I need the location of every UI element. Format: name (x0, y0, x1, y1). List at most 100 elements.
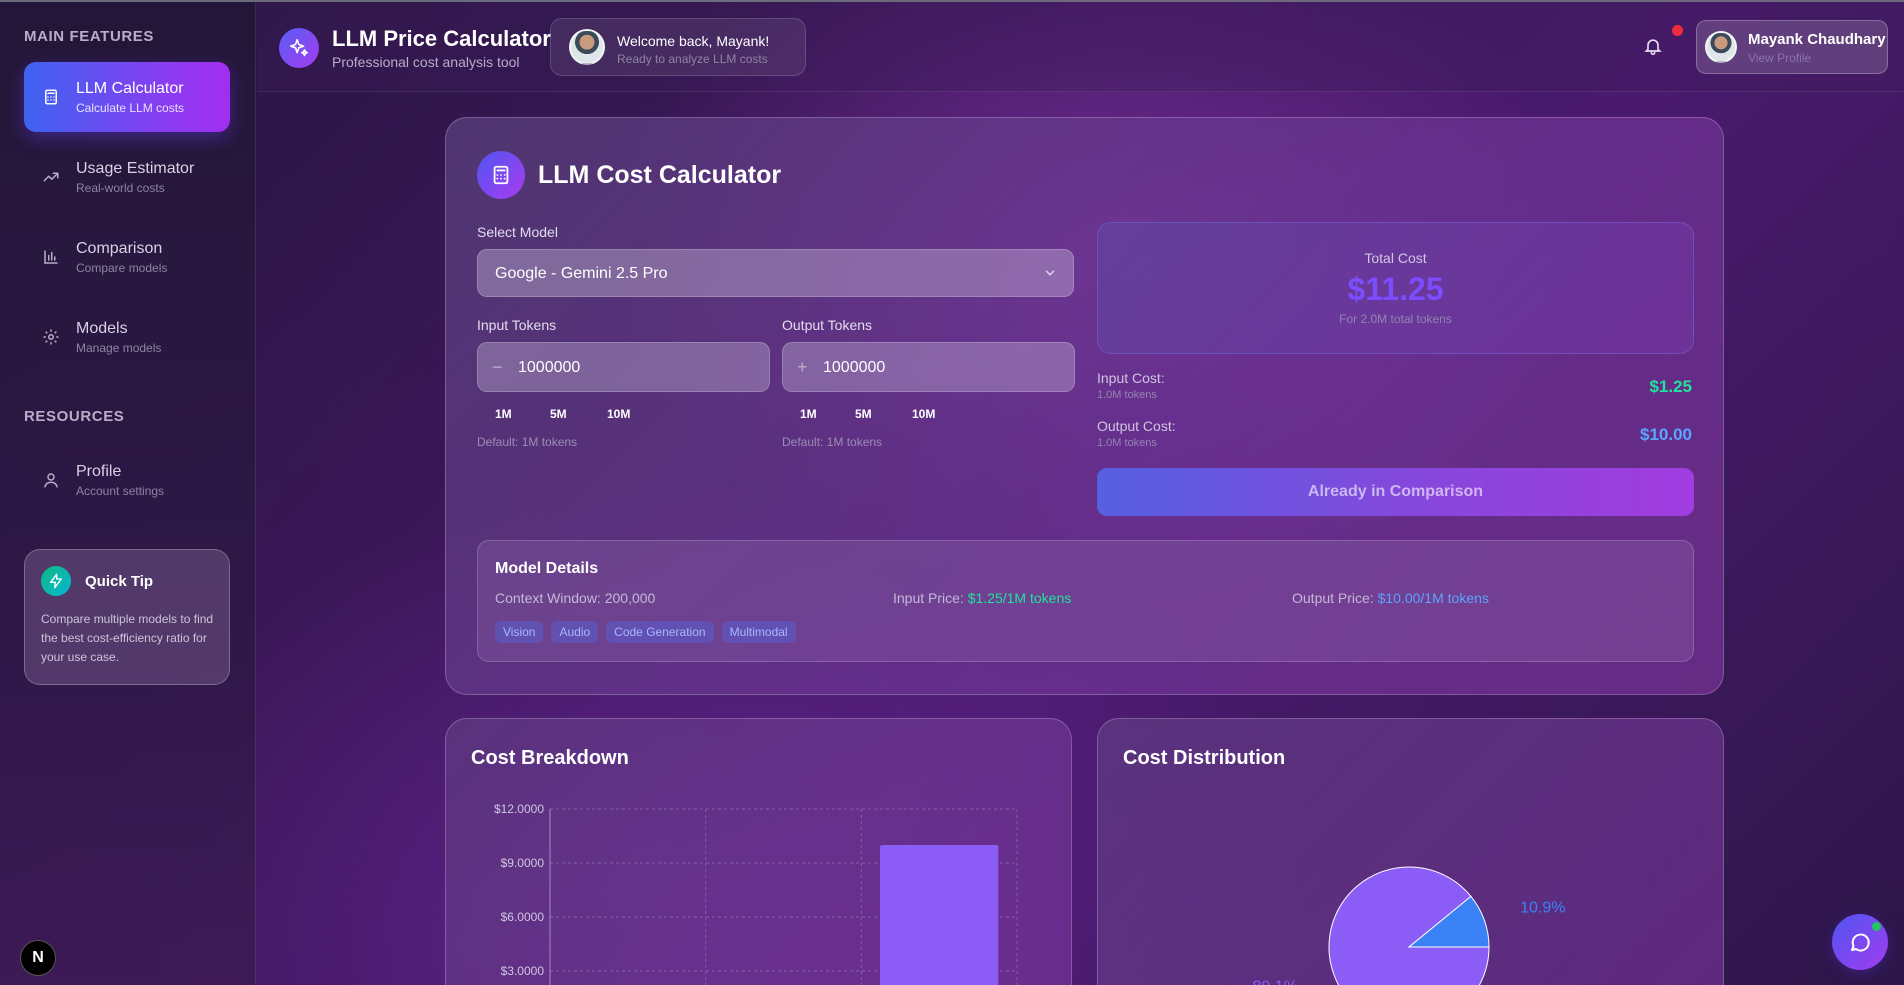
minus-icon: − (492, 357, 503, 377)
output-price-value: $10.00/1M tokens (1377, 590, 1489, 606)
sidebar-item-sublabel: Compare models (76, 260, 168, 275)
chat-icon (1851, 933, 1870, 952)
output-quick-5m[interactable]: 5M (855, 407, 872, 421)
sidebar-item-sublabel: Account settings (76, 483, 165, 498)
model-select[interactable]: Google - Gemini 2.5 Pro (477, 249, 1074, 297)
tag-audio: Audio (551, 621, 599, 643)
dev-badge[interactable]: N (20, 940, 56, 976)
resources-heading: RESOURCES (24, 408, 125, 425)
sidebar-item-sublabel: Calculate LLM costs (76, 100, 185, 115)
pie-label: 89.1% (1252, 979, 1297, 985)
bar[interactable] (880, 845, 999, 985)
quick-tip-text: Compare multiple models to find the best… (41, 612, 214, 664)
sidebar-item-label: Comparison (76, 239, 163, 257)
y-tick-label: $12.0000 (494, 802, 544, 816)
welcome-subtitle: Ready to analyze LLM costs (617, 52, 768, 66)
total-cost-value: $11.25 (1347, 271, 1444, 307)
context-window-label: Context Window: (495, 590, 601, 606)
sidebar-item-label: LLM Calculator (76, 79, 184, 97)
tag-vision: Vision (495, 621, 544, 643)
quick-tip-title: Quick Tip (85, 573, 154, 590)
context-window: Context Window: 200,000 (495, 590, 655, 606)
output-cost-value: $10.00 (1640, 425, 1692, 444)
input-price: Input Price: $1.25/1M tokens (893, 590, 1071, 606)
main-features-heading: MAIN FEATURES (24, 28, 155, 45)
cost-breakdown-card: Cost Breakdown $12.0000 $9.0000 $6.0000 $3.… (445, 718, 1072, 985)
bell-icon[interactable] (1643, 36, 1663, 56)
output-quick-10m[interactable]: 10M (912, 407, 935, 421)
cost-breakdown-chart: $12.0000 $9.0000 $6.0000 $3.0000 (494, 802, 1018, 985)
sidebar-item-usage-estimator[interactable]: Usage Estimator Real-world costs (24, 142, 230, 212)
view-profile-link[interactable]: View Profile (1748, 51, 1811, 65)
sidebar-item-comparison[interactable]: Comparison Compare models (24, 222, 230, 292)
notification-dot (1672, 25, 1683, 36)
top-header: LLM Price Calculator Professional cost a… (257, 2, 1904, 92)
input-tokens-field[interactable]: − 1000000 (477, 342, 770, 392)
sparkles-icon (279, 28, 319, 68)
trending-up-icon (38, 164, 64, 190)
output-tokens-field[interactable]: + 1000000 (782, 342, 1075, 392)
input-quick-1m[interactable]: 1M (495, 407, 512, 421)
welcome-card: Welcome back, Mayank! Ready to analyze L… (550, 18, 806, 76)
input-price-label: Input Price: (893, 590, 964, 606)
context-window-value: 200,000 (604, 590, 656, 606)
total-cost-box: Total Cost $11.25 For 2.0M total tokens (1097, 222, 1694, 354)
sidebar-item-label: Profile (76, 462, 122, 480)
sidebar-item-sublabel: Manage models (76, 340, 162, 355)
output-quick-1m[interactable]: 1M (800, 407, 817, 421)
user-icon (38, 467, 64, 493)
output-default-note: Default: 1M tokens (782, 435, 883, 449)
add-to-comparison-button[interactable]: Already in Comparison (1097, 468, 1694, 516)
bar-chart-icon (38, 244, 64, 270)
calculator-title: LLM Cost Calculator (538, 161, 782, 189)
input-quick-10m[interactable]: 10M (607, 407, 630, 421)
sidebar-item-label: Usage Estimator (76, 159, 195, 177)
avatar (569, 29, 605, 65)
tag-multimodal: Multimodal (721, 621, 796, 643)
input-tokens-value: 1000000 (518, 359, 581, 376)
plus-icon: + (797, 357, 808, 377)
y-tick-label: $9.0000 (501, 856, 545, 870)
avatar (1705, 31, 1737, 63)
input-cost-value: $1.25 (1649, 377, 1692, 396)
sidebar-item-llm-calculator[interactable]: LLM Calculator Calculate LLM costs (24, 62, 230, 132)
output-price: Output Price: $10.00/1M tokens (1292, 590, 1489, 606)
y-tick-label: $3.0000 (501, 964, 545, 978)
sidebar-item-profile[interactable]: Profile Account settings (24, 445, 230, 515)
input-tokens-label: Input Tokens (477, 317, 557, 333)
input-cost-label: Input Cost: (1097, 370, 1165, 386)
input-cost-sublabel: 1.0M tokens (1097, 389, 1157, 401)
input-default-note: Default: 1M tokens (477, 435, 578, 449)
profile-button[interactable]: Mayank Chaudhary View Profile (1696, 20, 1888, 74)
quick-tip-card: Quick Tip Compare multiple models to fin… (24, 549, 230, 685)
model-details-title: Model Details (495, 560, 599, 577)
output-tokens-label: Output Tokens (782, 317, 873, 333)
chat-button[interactable] (1832, 914, 1888, 970)
welcome-title: Welcome back, Mayank! (617, 33, 770, 49)
sidebar-item-models[interactable]: Models Manage models (24, 302, 230, 372)
total-cost-label: Total Cost (1364, 250, 1427, 266)
output-cost-label: Output Cost: (1097, 418, 1176, 434)
chevron-down-icon (1045, 270, 1055, 276)
online-dot (1872, 922, 1881, 931)
calculator-icon (477, 151, 525, 199)
output-price-label: Output Price: (1292, 590, 1374, 606)
calculator-card: LLM Cost Calculator Select Model Google … (445, 117, 1724, 695)
cost-distribution-card: Cost Distribution 89.1%10.9% (1097, 718, 1724, 985)
app-subtitle: Professional cost analysis tool (332, 54, 520, 70)
input-quick-5m[interactable]: 5M (550, 407, 567, 421)
sidebar-item-label: Models (76, 319, 128, 337)
lightning-icon (41, 566, 71, 596)
sidebar-item-sublabel: Real-world costs (76, 180, 165, 195)
sidebar: MAIN FEATURES LLM Calculator Calculate L… (0, 2, 256, 985)
output-tokens-value: 1000000 (823, 359, 886, 376)
y-tick-label: $6.0000 (501, 910, 545, 924)
cost-distribution-chart: 89.1% 10.9% (1252, 866, 1566, 985)
tag-code-generation: Code Generation (606, 621, 714, 643)
model-details-panel: Model Details Context Window: 200,000 In… (477, 540, 1694, 662)
select-model-label: Select Model (477, 224, 558, 240)
capability-tags: Vision Audio Code Generation Multimodal (495, 621, 796, 643)
output-cost-sublabel: 1.0M tokens (1097, 437, 1157, 449)
pie-label: 10.9% (1520, 899, 1565, 916)
calculator-icon (38, 84, 64, 110)
